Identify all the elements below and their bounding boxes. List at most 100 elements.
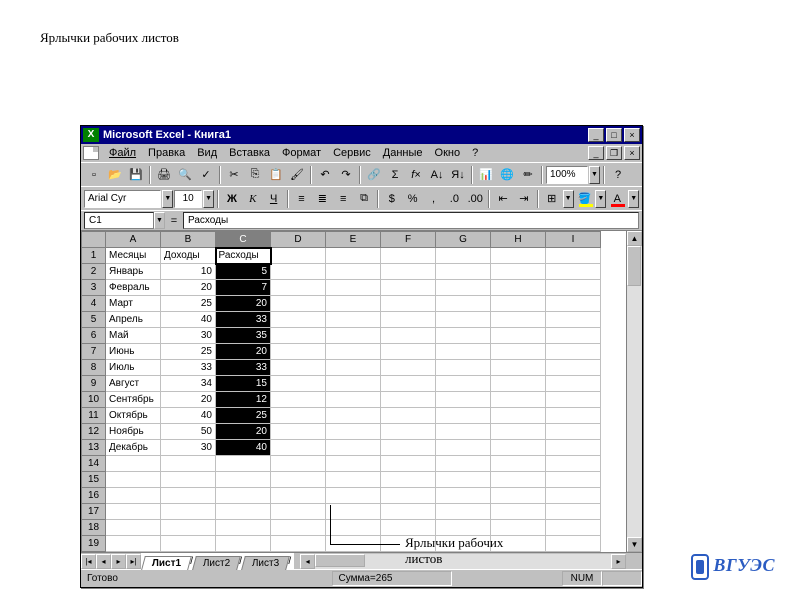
cell-G5[interactable] bbox=[436, 312, 491, 328]
formula-equals[interactable]: = bbox=[165, 215, 183, 227]
cell-D11[interactable] bbox=[271, 408, 326, 424]
cell-G4[interactable] bbox=[436, 296, 491, 312]
cell-A17[interactable] bbox=[106, 504, 161, 520]
cell-I14[interactable] bbox=[546, 456, 601, 472]
cell-D15[interactable] bbox=[271, 472, 326, 488]
cell-C1[interactable]: Расходы bbox=[216, 248, 271, 264]
cell-F1[interactable] bbox=[381, 248, 436, 264]
row-header-1[interactable]: 1 bbox=[82, 248, 106, 264]
scroll-left-button[interactable]: ◂ bbox=[300, 554, 315, 569]
decrease-indent-button[interactable]: ⇤ bbox=[493, 189, 513, 209]
cell-D8[interactable] bbox=[271, 360, 326, 376]
tab-last-button[interactable]: ▸| bbox=[126, 554, 141, 569]
cell-I8[interactable] bbox=[546, 360, 601, 376]
cell-I9[interactable] bbox=[546, 376, 601, 392]
vscroll-thumb[interactable] bbox=[627, 246, 641, 286]
cell-H18[interactable] bbox=[491, 520, 546, 536]
autosum-button[interactable]: Σ bbox=[385, 165, 405, 185]
cell-F5[interactable] bbox=[381, 312, 436, 328]
row-header-12[interactable]: 12 bbox=[82, 424, 106, 440]
cell-G12[interactable] bbox=[436, 424, 491, 440]
cell-I7[interactable] bbox=[546, 344, 601, 360]
cell-E18[interactable] bbox=[326, 520, 381, 536]
font-size-field[interactable]: 10 bbox=[174, 190, 202, 208]
name-box[interactable]: C1 bbox=[84, 212, 154, 229]
cell-D6[interactable] bbox=[271, 328, 326, 344]
cell-F3[interactable] bbox=[381, 280, 436, 296]
cell-G7[interactable] bbox=[436, 344, 491, 360]
minimize-button[interactable]: _ bbox=[588, 128, 604, 142]
paste-button[interactable]: 📋 bbox=[266, 165, 286, 185]
row-header-6[interactable]: 6 bbox=[82, 328, 106, 344]
sheet-tab-2[interactable]: Лист2 bbox=[192, 556, 241, 570]
doc-close-button[interactable]: × bbox=[624, 146, 640, 160]
cell-C16[interactable] bbox=[216, 488, 271, 504]
name-box-dropdown[interactable]: ▼ bbox=[154, 212, 165, 229]
cell-B11[interactable]: 40 bbox=[161, 408, 216, 424]
tab-first-button[interactable]: |◂ bbox=[81, 554, 96, 569]
cell-E15[interactable] bbox=[326, 472, 381, 488]
cell-G18[interactable] bbox=[436, 520, 491, 536]
align-right-button[interactable]: ≡ bbox=[333, 189, 353, 209]
doc-restore-button[interactable]: ❐ bbox=[606, 146, 622, 160]
cell-G1[interactable] bbox=[436, 248, 491, 264]
cell-G13[interactable] bbox=[436, 440, 491, 456]
cell-H1[interactable] bbox=[491, 248, 546, 264]
row-header-5[interactable]: 5 bbox=[82, 312, 106, 328]
cell-I6[interactable] bbox=[546, 328, 601, 344]
font-name-dropdown[interactable]: ▼ bbox=[162, 190, 173, 208]
borders-button[interactable]: ⊞ bbox=[542, 189, 562, 209]
cell-H17[interactable] bbox=[491, 504, 546, 520]
cell-E11[interactable] bbox=[326, 408, 381, 424]
row-header-13[interactable]: 13 bbox=[82, 440, 106, 456]
cell-C6[interactable]: 35 bbox=[216, 328, 271, 344]
scroll-right-button[interactable]: ▸ bbox=[611, 554, 626, 569]
cell-C11[interactable]: 25 bbox=[216, 408, 271, 424]
chart-button[interactable]: 📊 bbox=[476, 165, 496, 185]
cell-B12[interactable]: 50 bbox=[161, 424, 216, 440]
cell-G3[interactable] bbox=[436, 280, 491, 296]
zoom-dropdown[interactable]: ▼ bbox=[589, 166, 600, 184]
cell-C18[interactable] bbox=[216, 520, 271, 536]
cell-H8[interactable] bbox=[491, 360, 546, 376]
vertical-scrollbar[interactable]: ▲ ▼ bbox=[626, 231, 642, 552]
cell-D5[interactable] bbox=[271, 312, 326, 328]
close-button[interactable]: × bbox=[624, 128, 640, 142]
cell-E16[interactable] bbox=[326, 488, 381, 504]
cell-I19[interactable] bbox=[546, 536, 601, 552]
row-header-19[interactable]: 19 bbox=[82, 536, 106, 552]
cell-I13[interactable] bbox=[546, 440, 601, 456]
row-header-18[interactable]: 18 bbox=[82, 520, 106, 536]
cell-H16[interactable] bbox=[491, 488, 546, 504]
cell-B14[interactable] bbox=[161, 456, 216, 472]
save-button[interactable]: 💾 bbox=[126, 165, 146, 185]
percent-button[interactable]: % bbox=[403, 189, 423, 209]
row-header-4[interactable]: 4 bbox=[82, 296, 106, 312]
font-size-dropdown[interactable]: ▼ bbox=[203, 190, 214, 208]
cell-B18[interactable] bbox=[161, 520, 216, 536]
cell-G2[interactable] bbox=[436, 264, 491, 280]
cell-B13[interactable]: 30 bbox=[161, 440, 216, 456]
cell-B16[interactable] bbox=[161, 488, 216, 504]
cell-B19[interactable] bbox=[161, 536, 216, 552]
cell-F6[interactable] bbox=[381, 328, 436, 344]
cell-D17[interactable] bbox=[271, 504, 326, 520]
sheet-tab-1[interactable]: Лист1 bbox=[141, 556, 192, 570]
maximize-button[interactable]: □ bbox=[606, 128, 622, 142]
hscroll-thumb[interactable] bbox=[315, 554, 365, 567]
cell-G17[interactable] bbox=[436, 504, 491, 520]
cell-B2[interactable]: 10 bbox=[161, 264, 216, 280]
cell-I4[interactable] bbox=[546, 296, 601, 312]
cell-C14[interactable] bbox=[216, 456, 271, 472]
cell-I10[interactable] bbox=[546, 392, 601, 408]
cell-B8[interactable]: 33 bbox=[161, 360, 216, 376]
menu-window[interactable]: Окно bbox=[429, 146, 467, 160]
cell-F4[interactable] bbox=[381, 296, 436, 312]
cell-E13[interactable] bbox=[326, 440, 381, 456]
cell-A18[interactable] bbox=[106, 520, 161, 536]
merge-center-button[interactable]: ⧉ bbox=[354, 189, 374, 209]
cell-D4[interactable] bbox=[271, 296, 326, 312]
cell-H3[interactable] bbox=[491, 280, 546, 296]
cell-A14[interactable] bbox=[106, 456, 161, 472]
row-header-7[interactable]: 7 bbox=[82, 344, 106, 360]
